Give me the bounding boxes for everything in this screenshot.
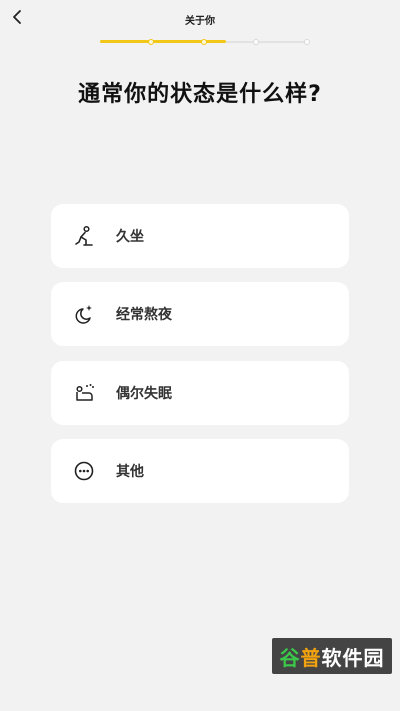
progress-step-dot (304, 38, 310, 45)
more-dots-icon (73, 460, 95, 482)
watermark-text: 软件园 (321, 645, 385, 670)
progress-fill (100, 40, 226, 43)
option-label: 其他 (116, 464, 144, 480)
progress-step-dot (201, 38, 207, 45)
watermark-text: 普 (300, 645, 322, 670)
question-heading: 通常你的状态是什么样? (78, 82, 322, 107)
about-you-screen: 关于你 通常你的状态是什么样? 久坐 经常熬夜 偶尔失眠 其他 谷 普 软件园 (0, 0, 400, 711)
page-title: 关于你 (185, 16, 215, 27)
option-other[interactable]: 其他 (51, 439, 349, 503)
option-insomnia[interactable]: 偶尔失眠 (51, 361, 349, 425)
option-label: 偶尔失眠 (116, 386, 172, 402)
lying-awake-icon (73, 382, 95, 404)
progress-step-dot (148, 38, 154, 45)
watermark-text: 谷 (279, 645, 301, 670)
progress-step-dot (253, 38, 259, 45)
option-label: 久坐 (116, 229, 144, 245)
progress-indicator (100, 38, 310, 45)
watermark-logo: 谷 普 软件园 (272, 638, 392, 674)
option-sitting[interactable]: 久坐 (51, 204, 349, 268)
sitting-person-icon (73, 225, 95, 247)
moon-stars-icon (73, 303, 95, 325)
option-stay-up-late[interactable]: 经常熬夜 (51, 282, 349, 346)
option-label: 经常熬夜 (116, 307, 172, 323)
